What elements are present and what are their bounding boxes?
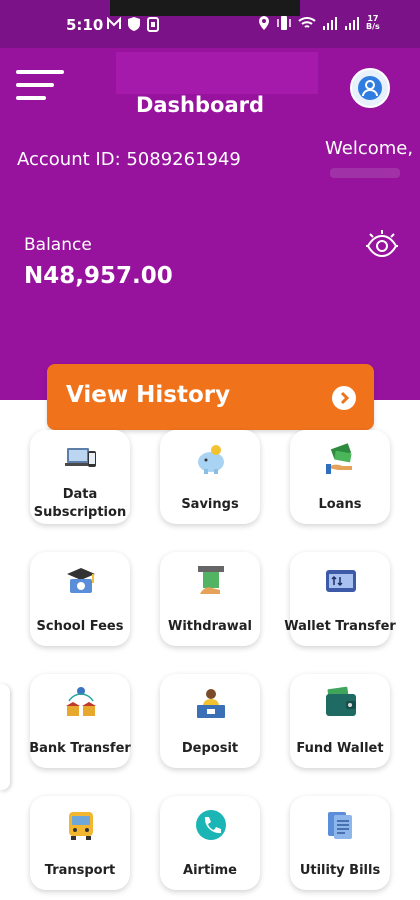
camera-notch [110,0,300,16]
atm-cash-icon [198,566,224,594]
service-label: Savings [181,497,239,512]
service-label: Loans [318,497,362,512]
service-label: Deposit [181,741,239,756]
status-system-icons: 17 B/s [258,15,380,31]
shield-icon [128,17,140,31]
service-transport[interactable]: Transport [30,796,130,890]
service-label: Bank Transfer [29,741,131,756]
service-label: Fund Wallet [296,741,384,756]
status-time: 5:10 [66,16,104,34]
redacted-area [116,52,318,94]
signal-icon-1 [323,17,337,30]
service-label: Wallet Transfer [284,619,396,634]
laptop-phone-icon [65,448,96,467]
balance-label: Balance [24,235,92,255]
m-app-icon [107,17,121,29]
service-loans[interactable]: Loans [290,430,390,524]
eye-icon[interactable] [364,228,400,264]
redacted-username [330,168,400,178]
service-bank-transfer[interactable]: Bank Transfer [29,674,131,768]
graduation-cap-icon [67,568,95,593]
service-label: School Fees [36,619,124,634]
page-title: Dashboard [135,93,265,117]
view-history-label: View History [66,382,231,408]
service-label: Data Subscription [33,487,127,520]
service-fund-wallet[interactable]: Fund Wallet [290,674,390,768]
service-airtime[interactable]: Airtime [160,796,260,890]
dashboard-header: Dashboard Account ID: 5089261949 Welcome… [0,48,420,400]
balance-value: N48,957.00 [24,263,173,289]
status-bar: 5:10 17 B/s [0,0,420,48]
chevron-right-icon [332,386,356,410]
service-label: Withdrawal [168,619,252,634]
cash-hand-icon [326,443,352,474]
service-data-subscription[interactable]: Data Subscription [30,430,130,524]
bill-documents-icon [328,812,352,839]
service-withdrawal[interactable]: Withdrawal [160,552,260,646]
bus-icon [69,812,93,840]
status-notification-icons [107,16,159,32]
phone-call-icon [196,810,226,840]
side-drawer-handle[interactable] [0,684,10,790]
service-label: Airtime [183,863,237,878]
wallet-icon [326,686,356,716]
vibrate-icon [277,16,291,30]
network-speed: 17 B/s [366,14,380,31]
cashier-desk-icon [197,689,225,718]
welcome-text: Welcome, [325,138,414,159]
service-deposit[interactable]: Deposit [160,674,260,768]
account-id: Account ID: 5089261949 [17,149,241,170]
service-savings[interactable]: Savings [160,430,260,524]
clipboard-icon [147,17,159,32]
wifi-icon [298,17,316,28]
service-school-fees[interactable]: School Fees [30,552,130,646]
service-utility-bills[interactable]: Utility Bills [290,796,390,890]
wallet-transfer-icon [326,570,356,592]
location-icon [259,16,269,30]
piggy-bank-icon [198,445,224,474]
service-label: Utility Bills [299,863,381,878]
view-history-button[interactable]: View History [47,364,374,430]
bank-icon [66,687,96,716]
signal-icon-2 [345,17,359,30]
service-label: Transport [44,863,116,878]
service-wallet-transfer[interactable]: Wallet Transfer [284,552,396,646]
